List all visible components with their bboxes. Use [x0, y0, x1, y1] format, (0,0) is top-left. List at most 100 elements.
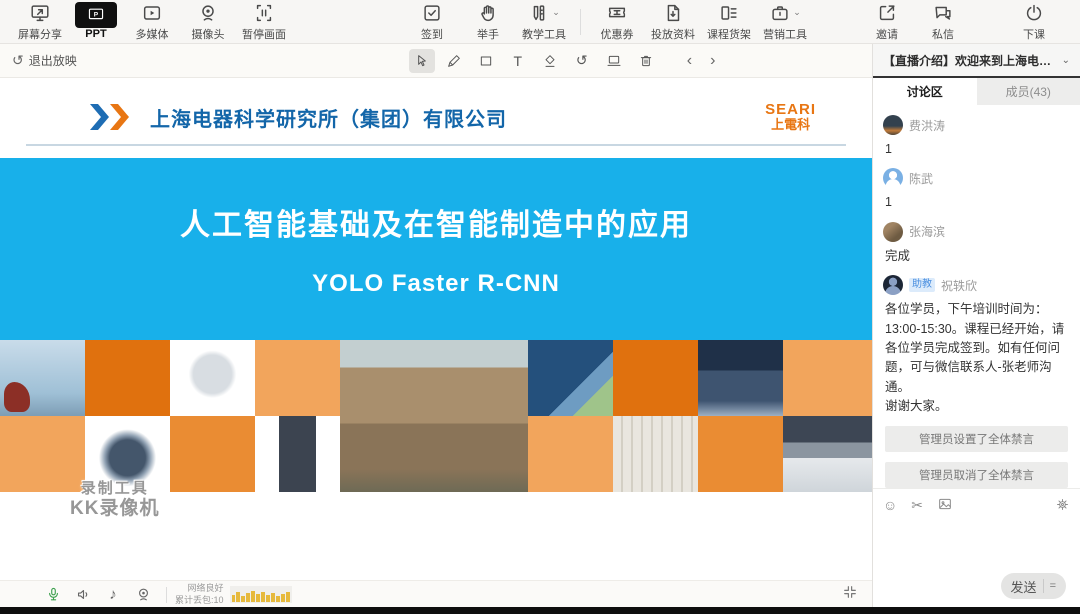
chat-message-list[interactable]: 费洪涛 1 陈武 1 张海滨 完成 助教 祝轶欣 各位学员，下午培训时间为：13…: [873, 105, 1080, 488]
message-text: 1: [885, 193, 1070, 212]
undo-tool[interactable]: ↺: [569, 49, 595, 73]
toolbar-label: 营销工具: [763, 26, 807, 42]
toolbar-teaching-tools[interactable]: ⌄ 教学工具: [516, 2, 572, 42]
chat-composer: ☺ ✂ 发送 =: [873, 488, 1080, 607]
message-text: 各位学员，下午培训时间为：13:00-15:30。课程已经开始，请各位学员完成签…: [885, 300, 1070, 397]
orange-tile: [85, 340, 170, 416]
recorder-watermark: 录制工具 KK录像机: [70, 480, 159, 521]
drawing-toolbar: T ↺: [409, 49, 659, 73]
pointer-tool[interactable]: [409, 49, 435, 73]
letterbox-bar: [0, 607, 1080, 614]
toolbar-end-class[interactable]: 下课: [1006, 2, 1062, 42]
send-button[interactable]: 发送 =: [1001, 573, 1066, 599]
toolbar-label: 课程货架: [707, 26, 751, 42]
slide-header: 上海电器科学研究所（集团）有限公司 SEARI 上電科: [26, 96, 846, 146]
check-in-icon: [421, 2, 443, 24]
toolbar-check-in[interactable]: 签到: [404, 2, 460, 42]
send-options-icon[interactable]: =: [1050, 580, 1056, 592]
orange-tile: [698, 416, 783, 492]
ppt-icon: P: [75, 2, 117, 28]
coupon-icon: [606, 2, 628, 24]
toolbar-media[interactable]: 多媒体: [124, 2, 180, 42]
image-icon: [937, 496, 953, 512]
toolbar-private-message[interactable]: 私信: [915, 2, 971, 42]
private-message-icon: [932, 2, 954, 24]
photo-strip: [0, 340, 872, 492]
live-intro-header[interactable]: 【直播介绍】欢迎来到上海电器... ⌄: [873, 44, 1080, 78]
toolbar-label: 屏幕分享: [18, 26, 62, 42]
assistant-badge: 助教: [909, 278, 935, 292]
toolbar-invite[interactable]: 邀请: [859, 2, 915, 42]
pause-frame-icon: [253, 2, 275, 24]
photo-anechoic-chamber: [613, 416, 698, 492]
toolbar-label: 投放资料: [651, 26, 695, 42]
toolbar-pause-frame[interactable]: 暂停画面: [236, 2, 292, 42]
packet-loss-label: 累计丢包:10: [175, 595, 224, 607]
chat-settings-button[interactable]: [1055, 497, 1070, 514]
toolbar-raise-hand[interactable]: 举手: [460, 2, 516, 42]
toolbar-separator: [580, 9, 581, 35]
marketing-tools-icon: ⌄: [769, 2, 801, 24]
exit-presentation-icon: ↺: [12, 52, 24, 69]
send-row: 发送 =: [883, 571, 1070, 607]
trash-icon: [638, 53, 654, 69]
tab-discussion[interactable]: 讨论区: [873, 78, 977, 105]
image-button[interactable]: [937, 496, 953, 514]
clear-all-tool[interactable]: [633, 49, 659, 73]
toolbar-label: 摄像头: [192, 26, 225, 42]
board-icon: [606, 53, 622, 69]
eraser-tool[interactable]: [537, 49, 563, 73]
composer-toolbar: ☺ ✂: [883, 495, 1070, 515]
webcam-toggle[interactable]: [128, 586, 158, 603]
exit-presentation-button[interactable]: ↺ 退出放映: [12, 52, 77, 69]
media-play-icon: [141, 2, 163, 24]
course-shelf-icon: [718, 2, 740, 24]
user-name: 陈武: [909, 170, 933, 187]
chevron-down-icon[interactable]: ⌄: [1062, 55, 1070, 66]
prev-slide-button[interactable]: ‹: [687, 52, 692, 70]
collapse-view-button[interactable]: [842, 584, 858, 605]
collapse-icon: [842, 584, 858, 600]
presenter-bar: ↺ 退出放映 T ↺ ‹: [0, 44, 872, 78]
message-text: 1: [885, 140, 1070, 159]
toolbar-label: PPT: [85, 28, 106, 40]
toolbar-materials[interactable]: 投放资料: [645, 2, 701, 42]
live-teaching-app: 屏幕分享 P PPT 多媒体 摄像头 暂停画面: [0, 0, 1080, 614]
toolbar-course-shelf[interactable]: 课程货架: [701, 2, 757, 42]
toolbar-coupon[interactable]: 优惠券: [589, 2, 645, 42]
emoji-button[interactable]: ☺: [883, 498, 897, 512]
board-tool[interactable]: [601, 49, 627, 73]
microphone-toggle[interactable]: [38, 586, 68, 603]
system-message: 管理员取消了全体禁言: [885, 462, 1068, 488]
avatar: [883, 275, 903, 295]
screenshot-cut-button[interactable]: ✂: [911, 498, 923, 512]
av-status-bar: ♪ 网络良好 累计丢包:10: [0, 580, 872, 608]
toolbar-label: 多媒体: [136, 26, 169, 42]
raise-hand-icon: [477, 2, 499, 24]
send-label: 发送: [1011, 577, 1037, 596]
tab-members[interactable]: 成员(43): [977, 78, 1080, 105]
chat-input[interactable]: [883, 515, 1070, 571]
status-separator: [166, 587, 167, 603]
chat-sidebar: 【直播介绍】欢迎来到上海电器... ⌄ 讨论区 成员(43) 费洪涛 1 陈武 …: [872, 44, 1080, 607]
orange-tile: [528, 416, 613, 492]
toolbar-ppt[interactable]: P PPT: [68, 4, 124, 40]
user-name: 费洪涛: [909, 117, 945, 134]
music-toggle[interactable]: ♪: [98, 586, 128, 603]
photo-electric-car: [783, 416, 872, 492]
toolbar-marketing-tools[interactable]: ⌄ 营销工具: [757, 2, 813, 42]
rectangle-tool[interactable]: [473, 49, 499, 73]
network-histogram: [230, 586, 292, 603]
speaker-toggle[interactable]: [68, 586, 98, 603]
slide-subtitle: YOLO Faster R-CNN: [312, 270, 560, 298]
photo-circuit-breaker: [255, 416, 340, 492]
toolbar-label: 优惠券: [601, 26, 634, 42]
next-slide-button[interactable]: ›: [710, 52, 715, 70]
text-tool[interactable]: T: [505, 49, 531, 73]
toolbar-label: 邀请: [876, 26, 898, 42]
toolbar-camera[interactable]: 摄像头: [180, 2, 236, 42]
eraser-icon: [542, 53, 558, 69]
toolbar-screen-share[interactable]: 屏幕分享: [12, 2, 68, 42]
screen-share-icon: [29, 2, 51, 24]
pen-tool[interactable]: [441, 49, 467, 73]
